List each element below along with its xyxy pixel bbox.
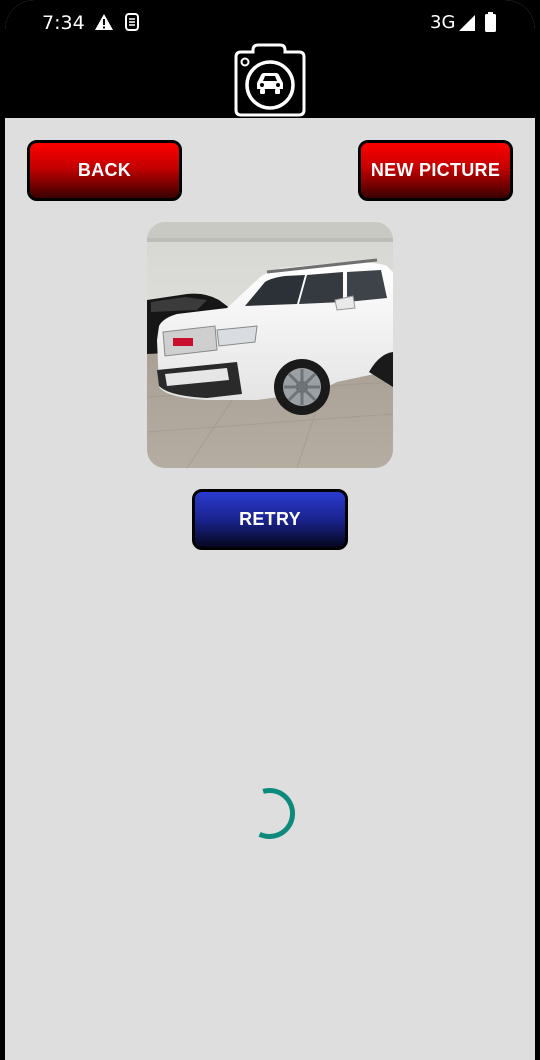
retry-button-label: RETRY	[239, 509, 301, 529]
sim-icon	[125, 13, 139, 31]
status-bar: 7:34 3G	[5, 0, 535, 46]
loading-spinner-icon	[258, 788, 296, 839]
retry-button[interactable]: RETRY	[192, 489, 348, 550]
network-type: 3G	[430, 12, 456, 33]
warning-icon	[95, 14, 113, 30]
back-button-label: BACK	[77, 160, 132, 180]
device-frame: 7:34 3G BACK NEW PICTURE RETRY	[0, 0, 540, 1060]
status-time: 7:34	[42, 12, 85, 34]
signal-icon	[459, 15, 475, 31]
app-bar	[5, 43, 535, 118]
camera-car-icon	[234, 43, 306, 117]
new-picture-button[interactable]: NEW PICTURE	[358, 140, 513, 201]
back-button[interactable]: BACK	[27, 140, 182, 201]
app-screen: 7:34 3G BACK NEW PICTURE RETRY	[5, 0, 535, 1060]
car-photo-image	[147, 222, 393, 468]
battery-icon	[485, 12, 496, 32]
new-picture-button-label: NEW PICTURE	[370, 160, 501, 180]
